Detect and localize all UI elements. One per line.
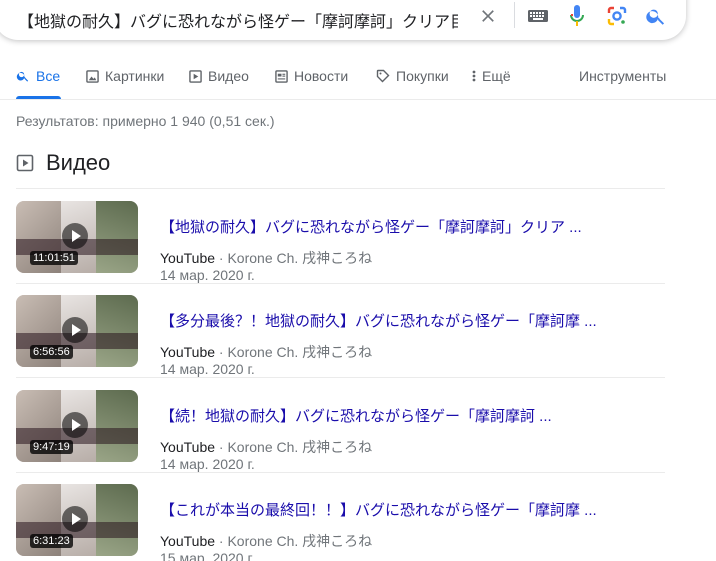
play-icon	[62, 223, 88, 249]
video-duration: 9:47:19	[30, 440, 73, 454]
videos-heading: Видео	[46, 150, 111, 175]
search-input[interactable]: 【地獄の耐久】バグに恐れながら怪ゲー「摩訶摩訶」クリア目	[18, 8, 458, 32]
active-tab-indicator	[16, 96, 61, 99]
video-title-link[interactable]: 【これが本当の最終回！！】バグに恐れながら怪ゲー「摩訶摩 ...	[160, 499, 620, 520]
video-thumbnail[interactable]: 6:31:23	[16, 484, 138, 556]
source-name: YouTube	[160, 533, 216, 549]
video-date: 14 мар. 2020 г.	[160, 267, 255, 283]
source-name: YouTube	[160, 439, 216, 455]
divider	[16, 283, 665, 284]
video-duration: 6:56:56	[30, 345, 73, 359]
video-duration: 11:01:51	[30, 251, 79, 265]
channel-name: Korone Ch. 戌神ころね	[227, 439, 373, 455]
camera-lens-icon[interactable]	[603, 2, 631, 30]
tab-label: Все	[36, 68, 61, 84]
channel-name: Korone Ch. 戌神ころね	[227, 344, 373, 360]
result-stats: Результатов: примерно 1 940 (0,51 сек.)	[16, 113, 275, 129]
tab-news[interactable]: Новости	[275, 68, 348, 84]
search-tabs: Все Картинки Видео Новости Покупки Ещё И…	[0, 60, 716, 100]
video-icon	[16, 154, 34, 172]
tab-video[interactable]: Видео	[189, 68, 249, 84]
video-source: YouTube · Korone Ch. 戌神ころね	[160, 533, 373, 549]
tab-all[interactable]: Все	[16, 68, 60, 84]
tab-label: Новости	[294, 68, 349, 84]
video-thumbnail[interactable]: 6:56:56	[16, 295, 138, 367]
tab-more[interactable]: Ещё	[472, 68, 511, 84]
video-source: YouTube · Korone Ch. 戌神ころね	[160, 250, 373, 266]
video-thumbnail[interactable]: 11:01:51	[16, 201, 138, 273]
play-icon	[62, 506, 88, 532]
tab-label: Картинки	[105, 68, 165, 84]
source-name: YouTube	[160, 344, 216, 360]
tab-label: Видео	[208, 68, 249, 84]
video-date: 14 мар. 2020 г.	[160, 361, 255, 377]
video-icon	[189, 69, 202, 83]
video-title-link[interactable]: 【多分最後？！地獄の耐久】バグに恐れながら怪ゲー「摩訶摩 ...	[160, 310, 620, 331]
search-divider	[514, 2, 515, 28]
image-icon	[86, 69, 99, 83]
video-source: YouTube · Korone Ch. 戌神ころね	[160, 439, 373, 455]
play-icon	[62, 412, 88, 438]
search-icon[interactable]	[642, 2, 670, 30]
more-vert-icon	[472, 70, 476, 82]
video-result[interactable]: 6:31:23 【これが本当の最終回！！】バグに恐れながら怪ゲー「摩訶摩 ...…	[16, 484, 666, 561]
close-icon[interactable]	[474, 2, 502, 30]
tab-label: Покупки	[396, 68, 449, 84]
video-date: 14 мар. 2020 г.	[160, 456, 255, 472]
tab-images[interactable]: Картинки	[86, 68, 164, 84]
video-result[interactable]: 9:47:19 【続！地獄の耐久】バグに恐れながら怪ゲー「摩訶摩訶 ... Yo…	[16, 390, 666, 474]
tag-icon	[376, 69, 390, 83]
video-result[interactable]: 6:56:56 【多分最後？！地獄の耐久】バグに恐れながら怪ゲー「摩訶摩 ...…	[16, 295, 666, 379]
video-title-link[interactable]: 【続！地獄の耐久】バグに恐れながら怪ゲー「摩訶摩訶 ...	[160, 405, 620, 426]
divider	[16, 377, 665, 378]
video-title-link[interactable]: 【地獄の耐久】バグに恐れながら怪ゲー「摩訶摩訶」クリア ...	[160, 216, 620, 237]
video-duration: 6:31:23	[30, 534, 73, 548]
tab-shopping[interactable]: Покупки	[376, 68, 449, 84]
search-bar: 【地獄の耐久】バグに恐れながら怪ゲー「摩訶摩訶」クリア目	[0, 0, 686, 40]
keyboard-icon[interactable]	[524, 2, 552, 30]
video-thumbnail[interactable]: 9:47:19	[16, 390, 138, 462]
channel-name: Korone Ch. 戌神ころね	[227, 250, 373, 266]
channel-name: Korone Ch. 戌神ころね	[227, 533, 373, 549]
mic-icon[interactable]	[563, 2, 591, 30]
tools-button[interactable]: Инструменты	[579, 68, 666, 84]
news-icon	[275, 69, 288, 83]
video-source: YouTube · Korone Ch. 戌神ころね	[160, 344, 373, 360]
video-date: 15 мар. 2020 г.	[160, 550, 255, 561]
divider	[16, 188, 665, 189]
video-result[interactable]: 11:01:51 【地獄の耐久】バグに恐れながら怪ゲー「摩訶摩訶」クリア ...…	[16, 201, 666, 285]
tab-label: Ещё	[482, 68, 511, 84]
search-icon	[16, 71, 29, 82]
source-name: YouTube	[160, 250, 216, 266]
divider	[16, 472, 665, 473]
videos-section-header: Видео	[16, 150, 110, 176]
play-icon	[62, 317, 88, 343]
